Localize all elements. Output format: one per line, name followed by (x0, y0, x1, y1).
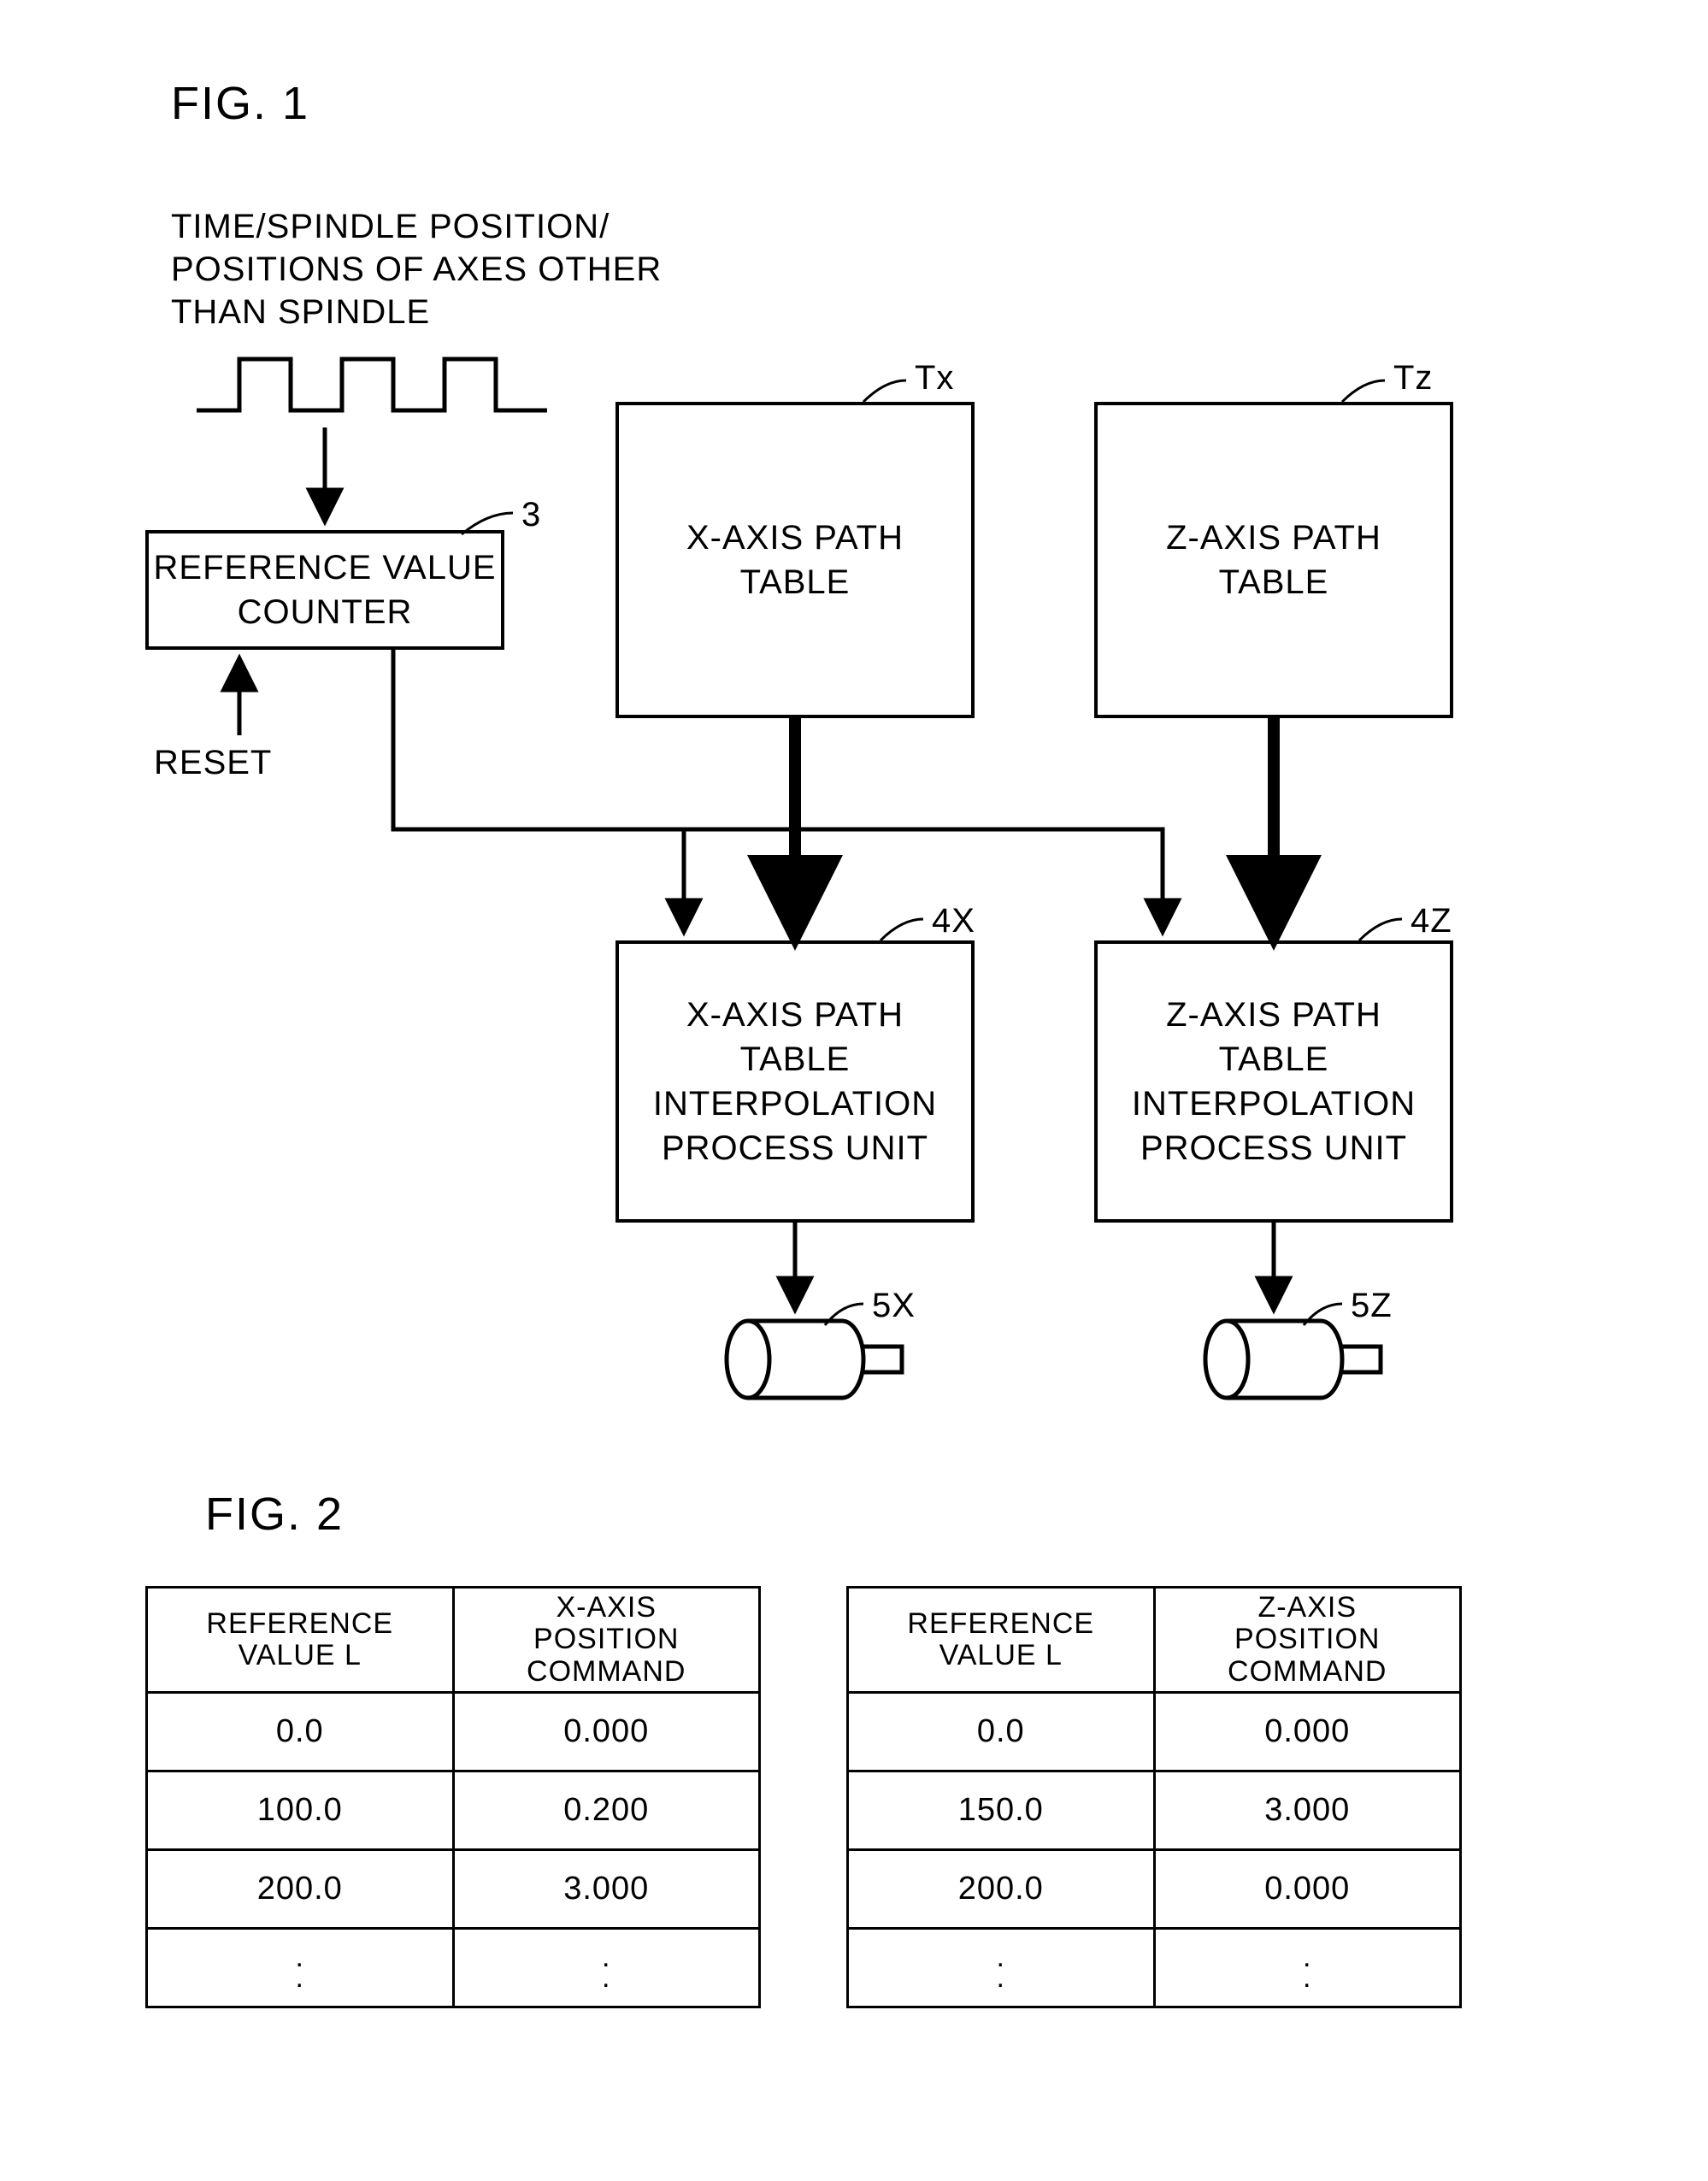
arrow-counter-to-zinterp (393, 829, 1163, 930)
z-motor-tag: 5Z (1351, 1287, 1393, 1325)
ellipsis-icon: .. (1154, 1929, 1461, 2007)
motor-z-icon (1205, 1321, 1381, 1398)
table-header: X-AXIS POSITION COMMAND (453, 1588, 760, 1693)
table-cell: 100.0 (147, 1771, 454, 1850)
table-cell: 200.0 (147, 1850, 454, 1929)
ellipsis-icon: .. (453, 1929, 760, 2007)
reference-counter-tag: 3 (521, 496, 541, 534)
table-cell: 0.200 (453, 1771, 760, 1850)
x-axis-data-table: REFERENCE VALUE L X-AXIS POSITION COMMAN… (145, 1586, 761, 2008)
z-axis-data-table: REFERENCE VALUE L Z-AXIS POSITION COMMAN… (846, 1586, 1462, 2008)
x-axis-interpolation-block: X-AXIS PATH TABLE INTERPOLATION PROCESS … (615, 940, 975, 1223)
table-cell: 3.000 (453, 1850, 760, 1929)
table-row: 0.0 0.000 (147, 1693, 760, 1771)
reference-value-counter-block: REFERENCE VALUE COUNTER (145, 530, 504, 650)
leader-5z-tag (1304, 1304, 1342, 1325)
figure-2-title: FIG. 2 (205, 1488, 344, 1541)
table-header: REFERENCE VALUE L (848, 1588, 1155, 1693)
table-row-ellipsis: .. .. (147, 1929, 760, 2007)
reset-label: RESET (154, 744, 272, 782)
z-axis-path-table-block: Z-AXIS PATH TABLE (1094, 402, 1453, 718)
leader-5x-tag (825, 1304, 863, 1325)
input-signal-description: TIME/SPINDLE POSITION/ POSITIONS OF AXES… (171, 205, 662, 333)
x-axis-interpolation-tag: 4X (932, 902, 975, 940)
table-cell: 0.000 (453, 1693, 760, 1771)
table-row: 200.0 3.000 (147, 1850, 760, 1929)
table-cell: 0.0 (147, 1693, 454, 1771)
table-row: 100.0 0.200 (147, 1771, 760, 1850)
ellipsis-icon: .. (848, 1929, 1155, 2007)
z-axis-path-table-tag: Tz (1393, 359, 1433, 398)
table-cell: 3.000 (1154, 1771, 1461, 1850)
table-cell: 150.0 (848, 1771, 1155, 1850)
table-cell: 0.0 (848, 1693, 1155, 1771)
motor-x-icon (727, 1321, 902, 1398)
x-axis-path-table-block: X-AXIS PATH TABLE (615, 402, 975, 718)
table-cell: 200.0 (848, 1850, 1155, 1929)
table-row-ellipsis: .. .. (848, 1929, 1461, 2007)
x-motor-tag: 5X (872, 1287, 916, 1325)
leader-4x-tag (881, 919, 923, 940)
leader-4z-tag (1359, 919, 1402, 940)
table-row: 150.0 3.000 (848, 1771, 1461, 1850)
x-axis-path-table-tag: Tx (915, 359, 954, 398)
table-cell: 0.000 (1154, 1850, 1461, 1929)
z-axis-interpolation-tag: 4Z (1411, 902, 1452, 940)
leader-tz-tag (1342, 380, 1385, 402)
z-axis-interpolation-block: Z-AXIS PATH TABLE INTERPOLATION PROCESS … (1094, 940, 1453, 1223)
table-row: 0.0 0.000 (848, 1693, 1461, 1771)
table-header: Z-AXIS POSITION COMMAND (1154, 1588, 1461, 1693)
table-row: 200.0 0.000 (848, 1850, 1461, 1929)
table-header: REFERENCE VALUE L (147, 1588, 454, 1693)
pulse-waveform-icon (197, 359, 547, 410)
leader-tx-tag (863, 380, 906, 402)
ellipsis-icon: .. (147, 1929, 454, 2007)
figure-1-title: FIG. 1 (171, 77, 309, 130)
table-cell: 0.000 (1154, 1693, 1461, 1771)
